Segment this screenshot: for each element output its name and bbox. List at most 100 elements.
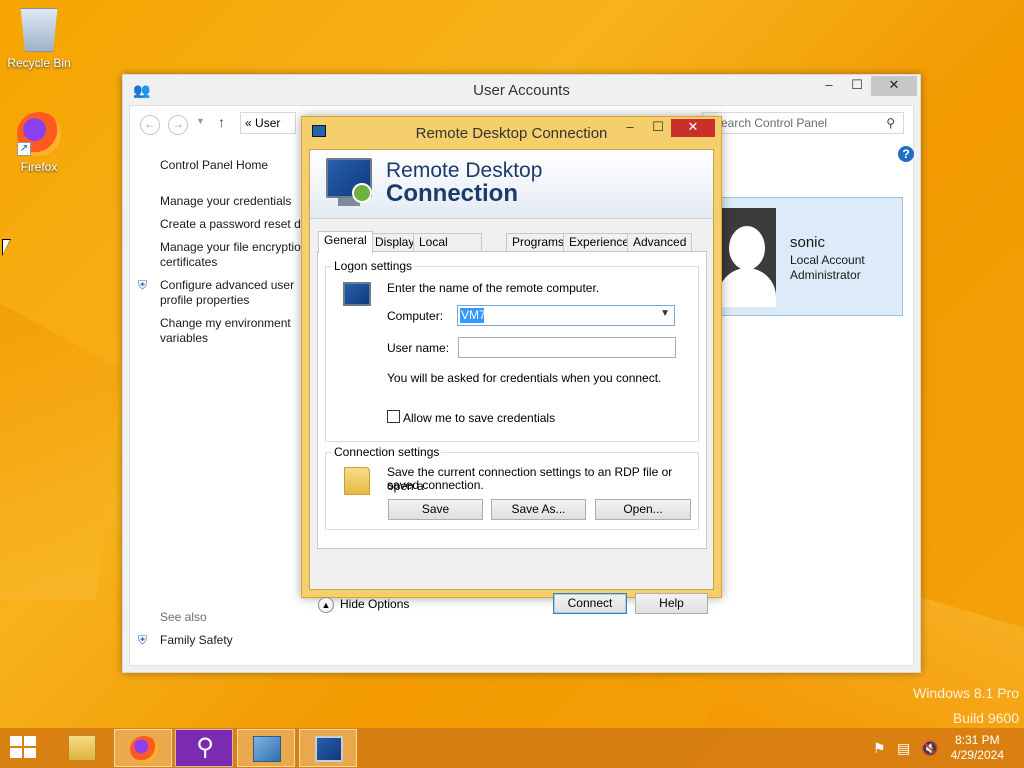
firefox-icon	[130, 736, 158, 762]
connect-button[interactable]: Connect	[553, 593, 627, 614]
control-panel-home-link[interactable]: Control Panel Home	[160, 158, 268, 173]
family-safety-link[interactable]: Family Safety	[160, 633, 233, 648]
banner-title-line2: Connection	[386, 180, 518, 207]
user-name: sonic	[790, 234, 826, 251]
system-clock[interactable]: 8:31 PM 4/29/2024	[951, 733, 1004, 763]
taskbar-search-app[interactable]: ⚲	[175, 729, 233, 767]
avatar[interactable]	[716, 208, 776, 307]
password-reset-link[interactable]: Create a password reset dis	[160, 217, 309, 232]
taskbar-firefox[interactable]	[114, 729, 172, 767]
folder-icon	[344, 467, 370, 495]
rdp-content: Remote Desktop Connection General Displa…	[309, 149, 714, 614]
file-encryption-link[interactable]: Manage your file encryptio certificates	[160, 240, 301, 270]
computer-label: Computer:	[387, 309, 444, 323]
magnifier-icon: ⚲	[196, 734, 214, 761]
open-button[interactable]: Open...	[595, 499, 691, 520]
user-accounts-titlebar[interactable]: 👥 User Accounts – ☐ ✕	[123, 75, 920, 105]
user-account-card: sonic Local Account Administrator	[713, 197, 903, 316]
file-explorer-icon	[68, 735, 96, 761]
connection-settings-legend: Connection settings	[332, 445, 442, 459]
shortcut-arrow-icon: ↗	[17, 142, 31, 156]
hide-options-label: Hide Options	[340, 597, 410, 612]
taskbar-control-panel[interactable]	[237, 729, 295, 767]
chevron-down-icon[interactable]: ▼	[660, 308, 670, 319]
manage-credentials-link[interactable]: Manage your credentials	[160, 194, 291, 209]
computer-icon	[343, 282, 371, 306]
tab-advanced[interactable]: Advanced	[627, 233, 693, 252]
rdp-banner: Remote Desktop Connection	[310, 150, 713, 219]
search-icon[interactable]: ⚲	[886, 113, 895, 133]
save-button[interactable]: Save	[388, 499, 483, 520]
user-silhouette-icon	[718, 268, 776, 307]
general-tab-panel: Logon settings Enter the name of the rem…	[317, 251, 707, 549]
windows-edition-watermark: Windows 8.1 Pro	[913, 685, 1019, 701]
recycle-bin-icon	[20, 8, 58, 52]
user-head-shape	[729, 226, 765, 270]
start-button[interactable]	[10, 736, 38, 760]
maximize-button[interactable]: ☐	[644, 119, 672, 137]
tab-programs[interactable]: Programs	[506, 233, 571, 252]
credentials-note: You will be asked for credentials when y…	[387, 371, 662, 385]
minimize-button[interactable]: –	[616, 119, 644, 137]
rdp-titlebar[interactable]: Remote Desktop Connection – ☐ ✕	[302, 117, 721, 149]
windows-logo-pane	[24, 736, 36, 746]
network-icon[interactable]: ▤	[897, 740, 910, 757]
tab-experience[interactable]: Experience	[563, 233, 636, 252]
link-line: Change my environment	[160, 316, 291, 330]
windows-logo-pane	[10, 748, 22, 758]
taskbar-remote-desktop[interactable]	[299, 729, 357, 767]
window-title: User Accounts	[473, 82, 570, 99]
link-line: certificates	[160, 255, 218, 269]
clock-date: 4/29/2024	[950, 748, 1004, 762]
link-line: profile properties	[160, 293, 250, 307]
taskbar-file-explorer[interactable]	[53, 729, 111, 767]
environment-variables-link[interactable]: Change my environment variables	[160, 316, 291, 346]
see-also-heading: See also	[160, 610, 207, 624]
address-bar[interactable]: « User	[240, 112, 296, 134]
up-arrow-icon[interactable]: ↑	[218, 114, 225, 130]
allow-save-credentials-checkbox[interactable]	[387, 410, 400, 423]
taskbar: ⚲ ⚑ ▤ 🔇 8:31 PM 4/29/2024	[0, 728, 1024, 768]
close-button[interactable]: ✕	[671, 119, 715, 137]
link-line: Manage your file encryptio	[160, 240, 301, 254]
search-input[interactable]: Search Control Panel ⚲	[702, 112, 904, 134]
help-icon[interactable]: ?	[898, 146, 914, 162]
close-button[interactable]: ✕	[871, 76, 917, 96]
account-role: Administrator	[790, 268, 861, 282]
allow-save-credentials-label[interactable]: Allow me to save credentials	[403, 411, 555, 425]
logon-instruction: Enter the name of the remote computer.	[387, 281, 600, 295]
remote-desktop-dialog: Remote Desktop Connection – ☐ ✕ Remote D…	[301, 116, 722, 614]
address-chevron: «	[245, 116, 252, 130]
tab-general[interactable]: General	[318, 231, 373, 253]
desktop-icon-recycle-bin[interactable]: Recycle Bin	[1, 8, 77, 70]
desktop-icon-label: Recycle Bin	[7, 56, 71, 70]
clock-time: 8:31 PM	[954, 733, 1000, 747]
save-as-button[interactable]: Save As...	[491, 499, 586, 520]
username-label: User name:	[387, 341, 450, 355]
help-button[interactable]: Help	[635, 593, 708, 614]
username-input[interactable]	[458, 337, 676, 358]
desktop-icon-firefox[interactable]: ↗ Firefox	[1, 112, 77, 174]
volume-muted-icon[interactable]: 🔇	[921, 740, 938, 757]
connection-arrow-icon	[352, 183, 372, 203]
chevron-up-icon: ▲	[318, 597, 334, 613]
mouse-cursor-fill	[3, 240, 10, 254]
wallpaper-shape	[0, 303, 120, 600]
address-text: User	[255, 116, 281, 130]
recent-pages-dropdown-icon[interactable]: ▼	[196, 116, 205, 126]
hide-options-toggle[interactable]: ▲ Hide Options	[318, 597, 409, 613]
tab-local-resources[interactable]: Local Resources	[413, 233, 483, 266]
computer-value: VM7	[460, 308, 486, 323]
remote-desktop-icon	[315, 736, 343, 762]
back-button[interactable]: ←	[140, 115, 160, 135]
forward-button[interactable]: →	[168, 115, 188, 135]
control-panel-icon	[253, 736, 281, 762]
advanced-profile-link[interactable]: Configure advanced user profile properti…	[160, 278, 294, 308]
action-center-flag-icon[interactable]: ⚑	[873, 740, 886, 757]
firefox-icon: ↗	[17, 112, 61, 156]
computer-combobox[interactable]: VM7 ▼	[457, 305, 675, 326]
windows-logo-pane	[24, 748, 36, 758]
shield-icon: ⛨	[138, 278, 148, 292]
desktop-icon-label: Firefox	[20, 160, 58, 174]
account-type: Local Account	[790, 253, 865, 267]
